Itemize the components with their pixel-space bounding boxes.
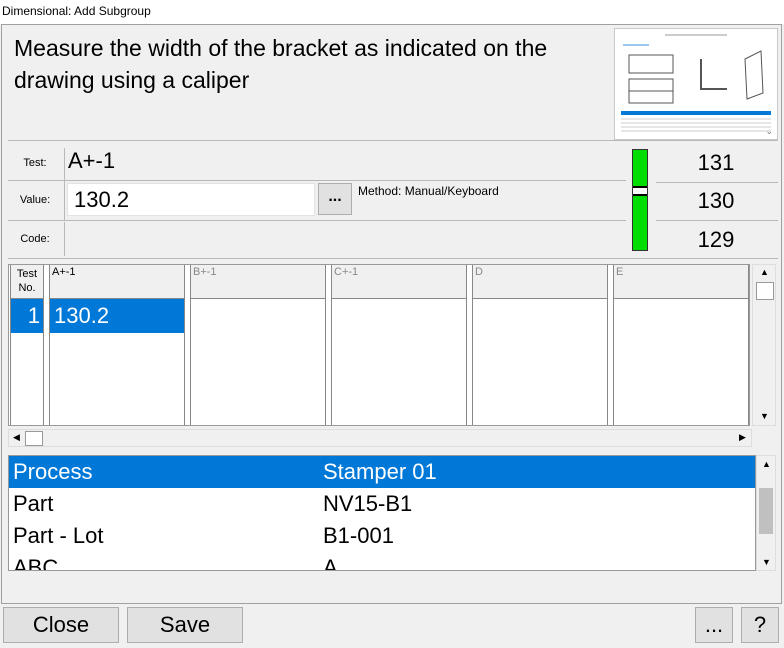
info-vertical-scrollbar[interactable]: ▲ ▼	[756, 455, 776, 571]
scrollbar-thumb[interactable]	[756, 282, 774, 300]
scroll-left-icon[interactable]: ◀	[13, 432, 20, 443]
list-item[interactable]: Part - Lot B1-001	[9, 520, 755, 552]
chevron-down-icon[interactable]: ⌄	[765, 126, 773, 137]
close-button[interactable]: Close	[3, 607, 119, 643]
grid-header[interactable]: B+-1	[191, 265, 325, 299]
more-options-button[interactable]: ...	[695, 607, 733, 643]
divider	[8, 140, 778, 141]
grid-header[interactable]: E	[614, 265, 748, 299]
value-input[interactable]	[67, 183, 315, 216]
scrollbar-thumb[interactable]	[759, 488, 773, 534]
grid-cell[interactable]: 130.2	[50, 299, 184, 333]
tolerance-gauge	[632, 149, 648, 251]
save-button[interactable]: Save	[127, 607, 243, 643]
divider	[656, 220, 778, 221]
divider	[8, 220, 626, 221]
gauge-marker	[633, 186, 647, 196]
list-item[interactable]: ABC A	[9, 552, 755, 571]
info-value: B1-001	[323, 523, 394, 548]
value-label: Value:	[19, 194, 51, 206]
grid-header[interactable]: C+-1	[332, 265, 466, 299]
browse-value-button[interactable]: ...	[318, 183, 352, 215]
target-value: 130	[697, 188, 735, 213]
divider	[8, 180, 626, 181]
grid-header[interactable]: D	[473, 265, 607, 299]
drawing-thumbnail-icon[interactable]: ⌄	[614, 28, 778, 140]
grid-header-testno: Test No.	[11, 265, 43, 299]
subgroup-info-list: Process Stamper 01 Part NV15-B1 Part - L…	[8, 455, 756, 571]
info-key: ABC	[13, 555, 59, 571]
grid-column-b: B+-1	[190, 265, 326, 425]
grid-column-e: E	[613, 265, 749, 425]
info-key: Process	[13, 459, 93, 484]
scrollbar-thumb[interactable]	[25, 431, 43, 446]
list-item[interactable]: Process Stamper 01	[9, 456, 755, 488]
code-label: Code:	[20, 233, 50, 245]
scroll-down-icon[interactable]: ▼	[762, 557, 771, 567]
method-text: Method: Manual/Keyboard	[358, 184, 499, 198]
scroll-up-icon[interactable]: ▲	[762, 459, 771, 469]
info-value: Stamper 01	[323, 459, 437, 484]
window-title: Dimensional: Add Subgroup	[0, 0, 784, 24]
divider	[64, 182, 65, 220]
divider	[656, 182, 778, 183]
grid-column-testno: Test No. 1	[10, 265, 44, 425]
grid-horizontal-scrollbar[interactable]: ◀ ▶	[8, 429, 752, 447]
scroll-down-icon[interactable]: ▼	[760, 411, 769, 421]
grid-column-d: D	[472, 265, 608, 425]
grid-column-a: A+-1 130.2	[49, 265, 185, 425]
test-name-value: A+-1	[68, 148, 116, 173]
divider	[64, 148, 65, 182]
grid-column-c: C+-1	[331, 265, 467, 425]
divider	[8, 258, 778, 259]
list-item[interactable]: Part NV15-B1	[9, 488, 755, 520]
lower-limit: 129	[697, 227, 735, 252]
scroll-right-icon[interactable]: ▶	[739, 432, 746, 443]
grid-header[interactable]: A+-1	[50, 265, 184, 299]
scroll-up-icon[interactable]: ▲	[760, 267, 769, 277]
info-key: Part - Lot	[13, 523, 104, 548]
drawing-thumbnail-svg	[615, 29, 777, 139]
info-key: Part	[13, 491, 54, 516]
test-label: Test:	[23, 157, 47, 169]
upper-limit: 131	[697, 150, 735, 175]
instruction-text: Measure the width of the bracket as indi…	[14, 35, 548, 93]
grid-cell-testno[interactable]: 1	[11, 299, 43, 333]
info-value: NV15-B1	[323, 491, 413, 516]
divider	[64, 222, 65, 256]
grid-vertical-scrollbar[interactable]: ▲ ▼	[752, 264, 776, 426]
help-button[interactable]: ?	[741, 607, 779, 643]
info-value: A	[323, 555, 338, 571]
measurement-grid: Test No. 1 A+-1 130.2 B+-1 C+-1 D E	[8, 264, 750, 426]
